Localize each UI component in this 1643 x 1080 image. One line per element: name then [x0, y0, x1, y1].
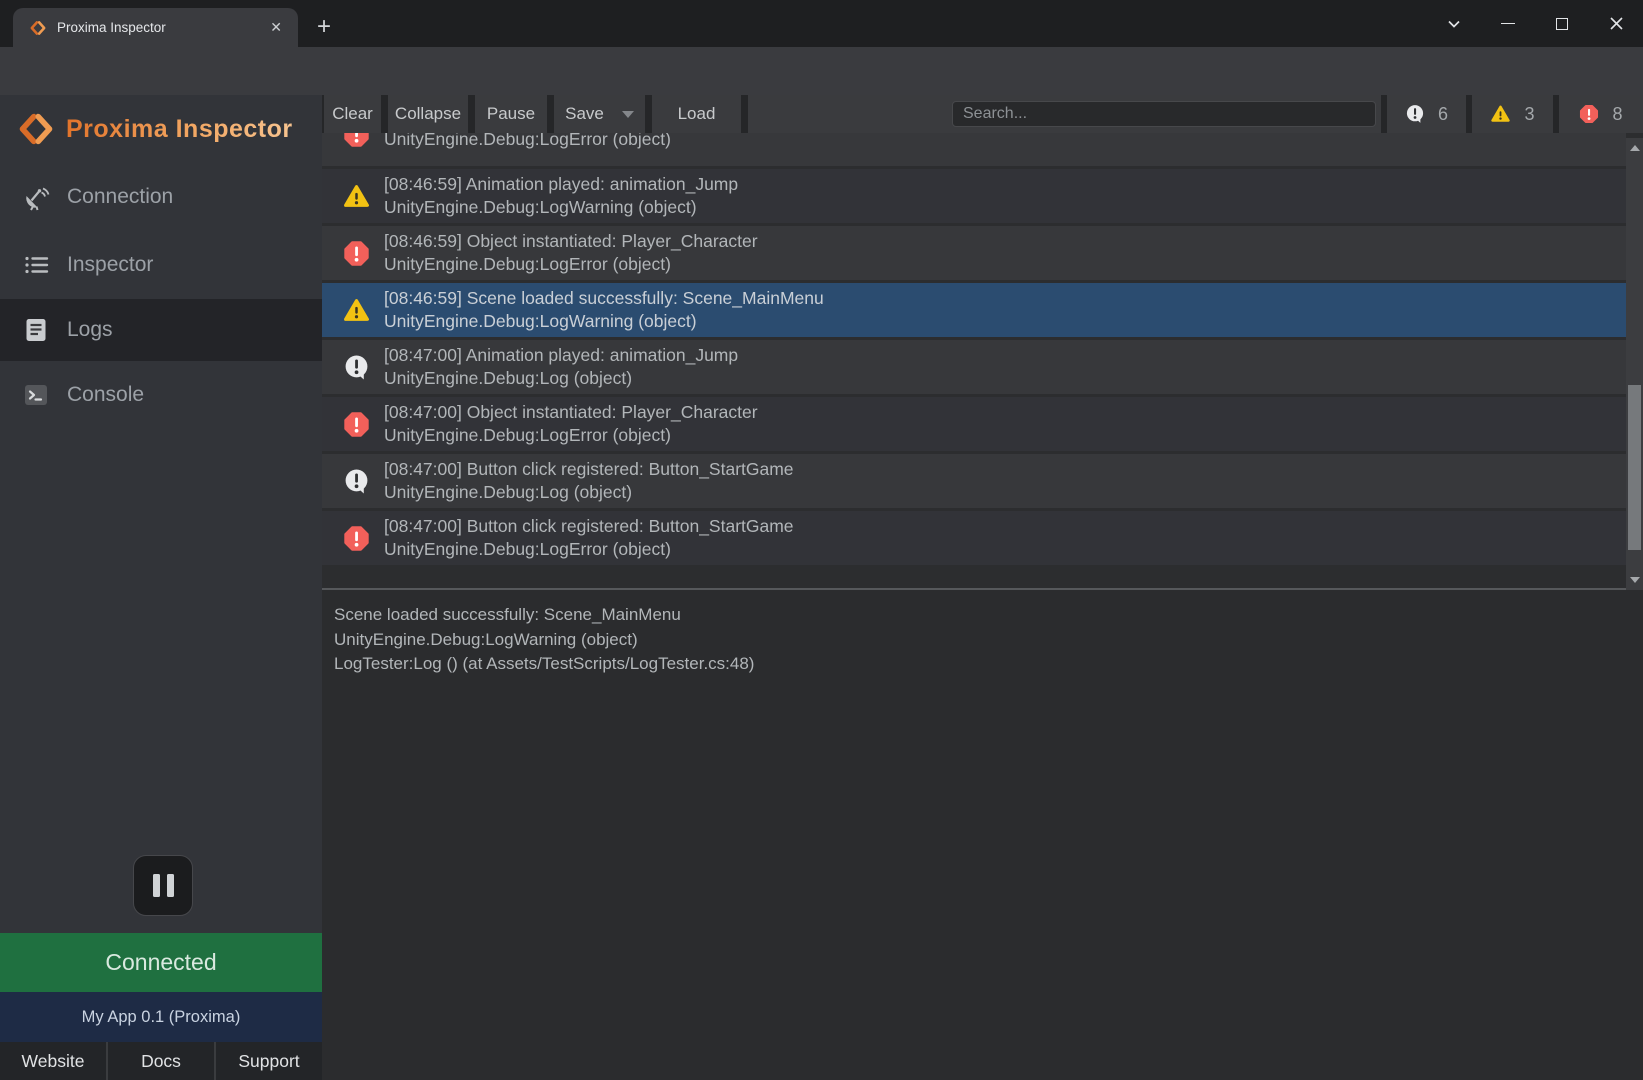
load-button[interactable]: Load — [652, 95, 741, 133]
connection-status-badge: Connected — [0, 933, 322, 992]
log-trace: UnityEngine.Debug:LogWarning (object) — [384, 196, 738, 219]
search-cell — [748, 95, 1381, 133]
error-count-filter[interactable]: 8 — [1559, 95, 1643, 133]
warning-triangle-icon — [1490, 104, 1511, 124]
log-trace: UnityEngine.Debug:Log (object) — [384, 481, 794, 504]
app-info-label: My App 0.1 (Proxima) — [82, 1008, 241, 1027]
window-maximize-button[interactable] — [1535, 6, 1589, 42]
pause-stream-button[interactable] — [133, 855, 193, 916]
clear-button[interactable]: Clear — [324, 95, 381, 133]
search-input[interactable] — [952, 101, 1376, 127]
log-level-icon — [343, 240, 370, 267]
scrollbar-thumb[interactable] — [1628, 385, 1641, 550]
warning-count: 3 — [1524, 104, 1534, 125]
log-level-icon — [343, 133, 370, 148]
sidebar-item-label: Inspector — [67, 253, 153, 277]
log-row[interactable]: [08:47:00] Button click registered: Butt… — [322, 454, 1626, 508]
sidebar-item-inspector[interactable]: Inspector — [0, 236, 322, 294]
terminal-icon — [22, 381, 50, 409]
logs-toolbar: Clear Collapse Pause Save Load 6 — [322, 95, 1643, 133]
connection-status-label: Connected — [105, 949, 216, 976]
log-level-icon — [343, 468, 370, 495]
sidebar-item-console[interactable]: Console — [0, 366, 322, 424]
detail-message: Scene loaded successfully: Scene_MainMen… — [334, 603, 1643, 628]
log-message: [08:47:00] Button click registered: Butt… — [384, 458, 794, 481]
log-message: [08:46:59] Object instantiated: Player_C… — [384, 230, 758, 253]
error-octagon-icon — [1579, 104, 1599, 124]
pause-button[interactable]: Pause — [475, 95, 547, 133]
log-detail-panel: Scene loaded successfully: Scene_MainMen… — [322, 592, 1643, 677]
scrollbar[interactable] — [1626, 138, 1643, 590]
tab-close-icon[interactable]: ✕ — [266, 17, 286, 38]
log-message: [08:47:00] Animation played: animation_J… — [384, 344, 738, 367]
log-row[interactable]: [08:47:00] Animation played: animation_J… — [322, 340, 1626, 394]
save-button[interactable]: Save — [554, 95, 645, 133]
detail-stack-line: LogTester:Log () (at Assets/TestScripts/… — [334, 652, 1643, 677]
browser-window: Proxima Inspector ✕ + — [0, 0, 1643, 1080]
window-minimize-button[interactable] — [1481, 6, 1535, 42]
log-trace: UnityEngine.Debug:LogError (object) — [384, 133, 671, 151]
pause-icon — [153, 874, 160, 897]
app-info-bar: My App 0.1 (Proxima) — [0, 992, 322, 1042]
tab-strip: Proxima Inspector ✕ + — [0, 0, 1643, 47]
sidebar-item-label: Logs — [67, 318, 113, 342]
sidebar-item-label: Console — [67, 383, 144, 407]
log-trace: UnityEngine.Debug:LogError (object) — [384, 424, 758, 447]
log-level-icon — [343, 354, 370, 381]
sidebar-item-label: Connection — [67, 185, 173, 209]
detail-stack-line: UnityEngine.Debug:LogWarning (object) — [334, 628, 1643, 653]
collapse-button[interactable]: Collapse — [388, 95, 468, 133]
log-row[interactable]: [08:47:00] Button click registered: Butt… — [322, 511, 1626, 565]
info-bubble-icon — [1405, 104, 1425, 124]
app-logo: Proxima Inspector — [18, 111, 293, 147]
support-link[interactable]: Support — [216, 1042, 322, 1080]
log-level-icon — [343, 525, 370, 552]
log-message: [08:47:00] Button click registered: Butt… — [384, 515, 794, 538]
tab-title: Proxima Inspector — [57, 20, 266, 35]
log-trace: UnityEngine.Debug:LogError (object) — [384, 253, 758, 276]
proxima-logo-icon — [18, 111, 54, 147]
address-bar: Not secure https://10.0.0.216:7759/logs — [0, 47, 1643, 95]
error-count: 8 — [1612, 104, 1622, 125]
log-message: [08:47:00] Object instantiated: Player_C… — [384, 401, 758, 424]
log-trace: UnityEngine.Debug:LogError (object) — [384, 538, 794, 561]
warning-count-filter[interactable]: 3 — [1472, 95, 1553, 133]
log-row[interactable]: [08:46:59] Animation played: animation_J… — [322, 169, 1626, 223]
log-row[interactable]: [08:47:00] Object instantiated: Player_C… — [322, 397, 1626, 451]
proxima-favicon — [29, 19, 47, 37]
docs-link[interactable]: Docs — [108, 1042, 216, 1080]
document-lines-icon — [22, 316, 50, 344]
log-row-selected[interactable]: [08:46:59] Scene loaded successfully: Sc… — [322, 283, 1626, 337]
log-level-icon — [343, 183, 370, 210]
log-row[interactable]: [08:46:59] Object instantiated: Player_C… — [322, 226, 1626, 280]
scroll-up-arrow-icon[interactable] — [1626, 140, 1643, 156]
sidebar-item-logs[interactable]: Logs — [0, 299, 322, 361]
website-link[interactable]: Website — [0, 1042, 108, 1080]
save-dropdown-arrow-icon[interactable] — [622, 111, 634, 118]
log-trace: UnityEngine.Debug:LogWarning (object) — [384, 310, 824, 333]
log-level-icon — [343, 411, 370, 438]
log-list: UnityEngine.Debug:LogError (object) [08:… — [322, 133, 1643, 590]
logs-page: Clear Collapse Pause Save Load 6 — [322, 95, 1643, 1080]
save-label: Save — [565, 104, 604, 124]
log-level-icon — [343, 297, 370, 324]
sidebar: Proxima Inspector Connection — [0, 95, 322, 1080]
app-title: Proxima Inspector — [66, 115, 293, 144]
info-count: 6 — [1438, 104, 1448, 125]
browser-tab[interactable]: Proxima Inspector ✕ — [13, 8, 298, 47]
log-row[interactable]: UnityEngine.Debug:LogError (object) — [322, 133, 1626, 166]
info-count-filter[interactable]: 6 — [1387, 95, 1466, 133]
sidebar-item-connection[interactable]: Connection — [0, 168, 322, 226]
satellite-dish-icon — [22, 183, 50, 211]
window-close-button[interactable] — [1589, 6, 1643, 42]
footer-links: Website Docs Support — [0, 1042, 322, 1080]
new-tab-button[interactable]: + — [308, 11, 340, 43]
list-icon — [22, 251, 50, 279]
scroll-down-arrow-icon[interactable] — [1626, 572, 1643, 588]
log-message: [08:46:59] Scene loaded successfully: Sc… — [384, 287, 824, 310]
log-message: [08:46:59] Animation played: animation_J… — [384, 173, 738, 196]
pause-icon — [167, 874, 174, 897]
log-trace: UnityEngine.Debug:Log (object) — [384, 367, 738, 390]
tab-search-chevron-icon[interactable] — [1427, 6, 1481, 42]
